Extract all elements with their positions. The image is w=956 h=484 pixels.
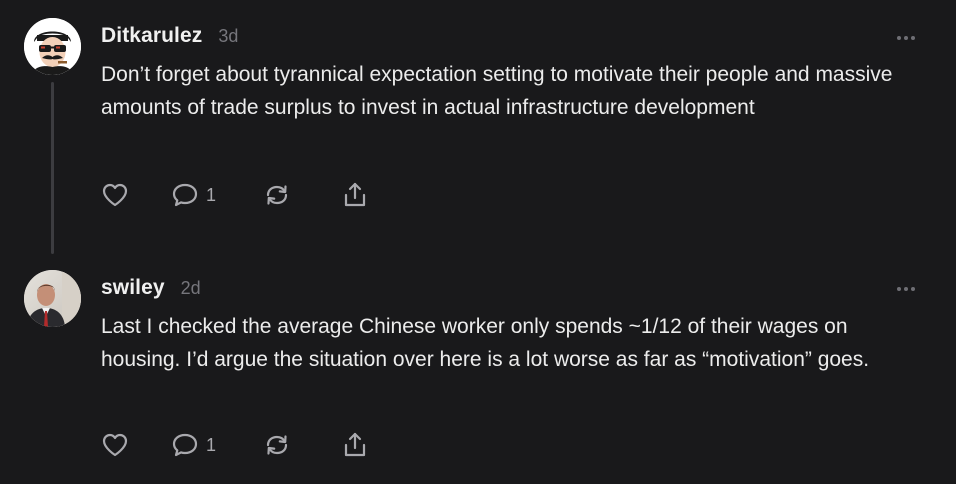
restack-arrows-icon bbox=[266, 185, 288, 205]
share-button[interactable] bbox=[341, 430, 369, 460]
author-name[interactable]: Ditkarulez bbox=[101, 24, 202, 48]
reply-count: 1 bbox=[206, 434, 217, 455]
restack-button[interactable] bbox=[263, 430, 291, 460]
comment: swiley 2d Last I checked the average Chi… bbox=[0, 250, 956, 484]
speech-bubble-icon bbox=[172, 433, 198, 457]
comment: Ditkarulez 3d Don’t forget about tyranni… bbox=[0, 0, 956, 254]
person-photo-avatar-icon bbox=[24, 270, 81, 327]
author-name[interactable]: swiley bbox=[101, 276, 165, 300]
heart-icon bbox=[102, 433, 128, 457]
timestamp[interactable]: 3d bbox=[218, 26, 238, 47]
comment-header: swiley 2d bbox=[101, 276, 201, 300]
comment-actions: 1 bbox=[101, 430, 381, 460]
share-button[interactable] bbox=[341, 180, 369, 210]
restack-button[interactable] bbox=[263, 180, 291, 210]
user-avatar[interactable] bbox=[24, 270, 81, 327]
comment-body: Last I checked the average Chinese worke… bbox=[101, 315, 870, 371]
speech-bubble-icon bbox=[172, 183, 198, 207]
restack-arrows-icon bbox=[266, 435, 288, 455]
like-button[interactable] bbox=[101, 430, 129, 460]
more-dots-icon[interactable] bbox=[894, 281, 918, 291]
comment-body: Don’t forget about tyrannical expectatio… bbox=[101, 63, 893, 119]
timestamp[interactable]: 2d bbox=[181, 278, 201, 299]
reply-button[interactable]: 1 bbox=[171, 180, 216, 210]
comment-header: Ditkarulez 3d bbox=[101, 24, 238, 48]
share-upload-icon bbox=[344, 182, 366, 207]
reply-count: 1 bbox=[206, 184, 217, 205]
share-upload-icon bbox=[344, 432, 366, 457]
user-avatar[interactable] bbox=[24, 18, 81, 75]
more-dots-icon[interactable] bbox=[894, 30, 918, 40]
heart-icon bbox=[102, 183, 128, 207]
reply-button[interactable]: 1 bbox=[171, 430, 216, 460]
like-button[interactable] bbox=[101, 180, 129, 210]
thread-line bbox=[51, 82, 54, 254]
mustache-sunglasses-avatar-icon bbox=[24, 18, 81, 75]
comment-actions: 1 bbox=[101, 180, 381, 210]
